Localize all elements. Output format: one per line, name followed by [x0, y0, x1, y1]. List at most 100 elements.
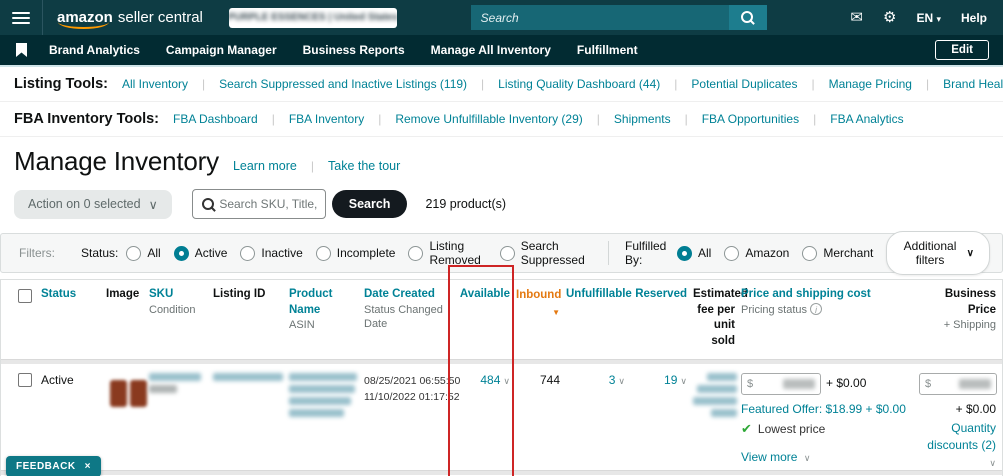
select-all-checkbox[interactable] — [18, 289, 32, 303]
header-product-name[interactable]: Product Name ASIN — [289, 287, 364, 349]
quantity-discounts-link[interactable]: Quantity discounts (2) ∨ — [919, 420, 996, 470]
radio-selected-icon — [676, 245, 692, 261]
header-price-shipping[interactable]: Price and shipping cost Pricing status i — [741, 287, 919, 349]
link-fba-inventory[interactable]: FBA Inventory — [289, 112, 364, 126]
status-radio-incomplete[interactable]: Incomplete — [315, 245, 395, 261]
close-icon[interactable]: × — [85, 461, 91, 472]
status-radio-inactive[interactable]: Inactive — [240, 245, 303, 261]
page-title: Manage Inventory — [14, 146, 219, 176]
help-link[interactable]: Help — [961, 11, 987, 25]
status-cell: Active — [41, 373, 74, 388]
language-selector[interactable]: EN ▾ — [916, 11, 941, 25]
nav-item-business-reports[interactable]: Business Reports — [303, 43, 405, 57]
filters-bar: Filters: Status: All Active Inactive Inc… — [0, 231, 1003, 275]
learn-more-link[interactable]: Learn more — [233, 159, 297, 173]
header-business-price: Business Price + Shipping — [943, 288, 996, 332]
search-icon — [201, 197, 214, 212]
link-brand-health[interactable]: Brand Health (0) — [943, 77, 1003, 91]
messages-envelope-icon[interactable]: ✉ — [850, 10, 863, 25]
separator: | — [271, 112, 275, 126]
unfulfillable-link[interactable]: 3 — [609, 373, 616, 387]
sku-cell-redacted[interactable] — [149, 364, 213, 470]
check-icon: ✔ — [741, 421, 752, 437]
fba-tools-label: FBA Inventory Tools: — [14, 111, 159, 127]
hamburger-menu-icon[interactable] — [0, 11, 42, 24]
featured-offer-link[interactable]: Featured Offer: $18.99 + $0.00 — [741, 402, 906, 416]
reserved-cell: 19 ∨ — [631, 364, 693, 470]
action-dropdown-label: Action on 0 selected — [28, 197, 141, 211]
link-fba-dashboard[interactable]: FBA Dashboard — [173, 112, 258, 126]
header-status[interactable]: Status — [41, 287, 106, 349]
nav-item-campaign-manager[interactable]: Campaign Manager — [166, 43, 277, 57]
header-available[interactable]: Available — [448, 287, 516, 349]
account-marketplace-selector[interactable]: PURPLE ESSENCES | United States — [228, 7, 397, 28]
link-all-inventory[interactable]: All Inventory — [122, 77, 188, 91]
nav-item-brand-analytics[interactable]: Brand Analytics — [49, 43, 140, 57]
search-icon — [740, 10, 755, 25]
global-search-button[interactable] — [728, 5, 767, 30]
view-more-link[interactable]: View more ∨ — [741, 450, 810, 464]
inventory-search-input[interactable] — [219, 197, 317, 211]
account-name-redacted: PURPLE ESSENCES | United States — [228, 12, 397, 23]
status-filter-label: Status: — [81, 246, 119, 260]
seller-central-app: amazon seller central PURPLE ESSENCES | … — [0, 0, 1003, 476]
take-the-tour-link[interactable]: Take the tour — [328, 159, 400, 173]
link-potential-duplicates[interactable]: Potential Duplicates — [691, 77, 797, 91]
top-navigation-bar: amazon seller central PURPLE ESSENCES | … — [0, 0, 1003, 35]
unfulfillable-cell: 3 ∨ — [566, 364, 631, 470]
inventory-table: Status Image SKU Condition Listing ID Pro… — [0, 279, 1003, 476]
business-price-input[interactable]: $ — [919, 373, 997, 396]
price-value-redacted — [959, 379, 991, 390]
link-search-suppressed[interactable]: Search Suppressed and Inactive Listings … — [219, 77, 467, 91]
header-sku[interactable]: SKU Condition — [149, 287, 213, 349]
price-input[interactable]: $ — [741, 373, 821, 396]
fulfilled-radio-all[interactable]: All — [676, 245, 711, 261]
fulfilled-radio-merchant[interactable]: Merchant — [802, 245, 873, 261]
available-link[interactable]: 484 — [480, 373, 500, 387]
inventory-search-button[interactable]: Search — [331, 190, 408, 218]
sort-desc-icon: ▼ — [552, 307, 560, 317]
available-cell: 484 ∨ — [448, 364, 516, 470]
status-radio-all[interactable]: All — [126, 245, 161, 261]
listing-id-cell-redacted — [213, 364, 289, 470]
header-unfulfillable[interactable]: Unfulfillable — [566, 287, 632, 349]
product-image[interactable] — [106, 373, 150, 413]
reserved-link[interactable]: 19 — [664, 373, 677, 387]
settings-gear-icon[interactable]: ⚙ — [883, 10, 896, 25]
header-inbound[interactable]: Inbound ▼ — [516, 287, 566, 349]
link-shipments[interactable]: Shipments — [614, 112, 671, 126]
status-radio-listing-removed[interactable]: Listing Removed — [408, 239, 486, 267]
fulfilled-by-label: Fulfilled By: — [625, 239, 667, 267]
bookmark-icon[interactable] — [16, 43, 27, 57]
global-search-input[interactable] — [470, 5, 729, 30]
fulfilled-radio-amazon[interactable]: Amazon — [724, 245, 789, 261]
status-radio-active[interactable]: Active — [173, 245, 227, 261]
nav-item-fulfillment[interactable]: Fulfillment — [577, 43, 638, 57]
business-shipping-add-on: + $0.00 — [955, 402, 996, 417]
radio-icon — [724, 245, 740, 261]
link-manage-pricing[interactable]: Manage Pricing — [829, 77, 912, 91]
status-radio-search-suppressed[interactable]: Search Suppressed — [499, 239, 590, 267]
link-listing-quality-dashboard[interactable]: Listing Quality Dashboard (44) — [498, 77, 660, 91]
amazon-wordmark: amazon — [57, 9, 113, 29]
row-checkbox[interactable] — [18, 373, 32, 388]
action-on-selected-dropdown[interactable]: Action on 0 selected ∨ — [14, 189, 172, 219]
chevron-down-icon: ∨ — [618, 376, 625, 387]
seller-central-label: seller central — [117, 9, 203, 26]
link-remove-unfulfillable[interactable]: Remove Unfulfillable Inventory (29) — [395, 112, 582, 126]
secondary-navigation: Brand Analytics Campaign Manager Busines… — [0, 35, 1003, 67]
feedback-badge[interactable]: FEEDBACK × — [6, 456, 101, 476]
info-icon[interactable]: i — [810, 302, 823, 315]
link-fba-analytics[interactable]: FBA Analytics — [830, 112, 903, 126]
nav-item-manage-all-inventory[interactable]: Manage All Inventory — [431, 43, 551, 57]
link-fba-opportunities[interactable]: FBA Opportunities — [702, 112, 799, 126]
header-reserved[interactable]: Reserved — [631, 287, 693, 349]
product-name-cell-redacted[interactable] — [289, 364, 364, 470]
chevron-down-icon: ∨ — [966, 247, 974, 259]
additional-filters-button[interactable]: Additional filters ∨ — [886, 231, 990, 275]
header-date-created[interactable]: Date Created Status Changed Date — [364, 287, 448, 349]
edit-nav-button[interactable]: Edit — [935, 40, 989, 60]
listing-tools-label: Listing Tools: — [14, 76, 108, 92]
amazon-seller-central-logo[interactable]: amazon seller central — [57, 9, 203, 29]
header-estimated-fee: Estimated fee per unit sold — [693, 288, 748, 347]
